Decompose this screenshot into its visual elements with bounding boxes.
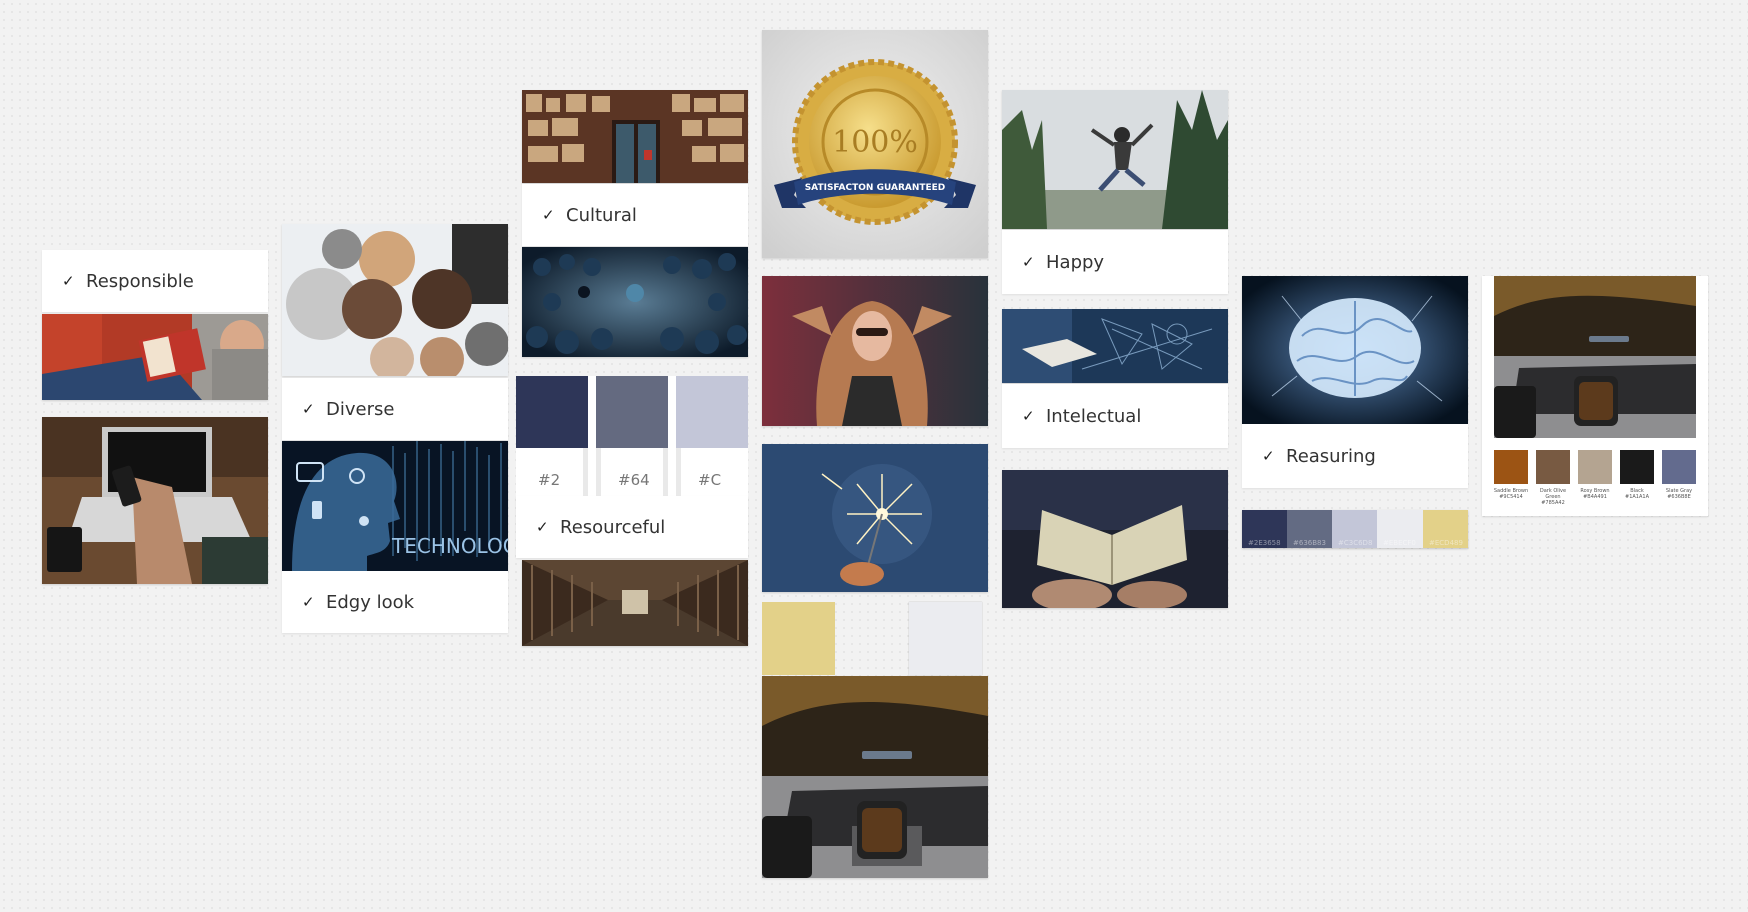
- image-technology-head[interactable]: TECHNOLOGY: [282, 441, 508, 571]
- label-text: Cultural: [566, 204, 637, 226]
- earth-swatch-hex: #9C5414: [1499, 494, 1523, 500]
- label-text: Edgy look: [326, 591, 415, 613]
- badge-ribbon-text: SATISFACTON GUARANTEED: [805, 183, 946, 193]
- earth-swatch-label: Saddle Brown #9C5414: [1490, 488, 1532, 500]
- palette-strip-hex: #EBECF0: [1383, 539, 1416, 547]
- image-diverse-group-circle[interactable]: [282, 224, 508, 376]
- label-card-edgy-look[interactable]: ✓ Edgy look: [282, 571, 508, 633]
- image-bookshelf-wall[interactable]: [522, 90, 748, 183]
- label-card-reasuring[interactable]: ✓ Reasuring: [1242, 424, 1468, 488]
- earth-swatch-label: Slate Gray #636B8E: [1658, 488, 1700, 500]
- loose-swatch-light[interactable]: [909, 602, 982, 675]
- palette-strip-hex: #C3C6D8: [1338, 539, 1373, 547]
- image-glowing-brain[interactable]: [1242, 276, 1468, 424]
- image-sparkler[interactable]: [762, 444, 988, 592]
- check-icon: ✓: [1262, 447, 1275, 465]
- earth-swatch[interactable]: [1578, 450, 1612, 484]
- label-card-happy[interactable]: ✓ Happy: [1002, 230, 1228, 294]
- palette-strip-hex: #636B83: [1293, 539, 1326, 547]
- technology-text: TECHNOLOGY: [391, 534, 508, 558]
- check-icon: ✓: [542, 206, 555, 224]
- swatch-color-0[interactable]: [516, 376, 588, 448]
- label-text: Resourceful: [560, 516, 666, 538]
- image-hands-open-book[interactable]: [1002, 470, 1228, 608]
- check-icon: ✓: [62, 272, 75, 290]
- palette-strip-hex: #2E3658: [1248, 539, 1281, 547]
- label-text: Diverse: [326, 398, 395, 420]
- palette-strip-hex: #ECD489: [1429, 539, 1463, 547]
- swatch-hex-label: #C: [698, 471, 722, 489]
- label-text: Happy: [1046, 251, 1105, 273]
- earth-swatch-hex: #636B8E: [1667, 494, 1691, 500]
- label-text: Responsible: [86, 270, 194, 292]
- swatch-color-1[interactable]: [596, 376, 668, 448]
- label-card-resourceful[interactable]: ✓ Resourceful: [516, 496, 748, 558]
- earth-swatch-label: Dark Olive Green #785A42: [1532, 488, 1574, 506]
- earth-swatch[interactable]: [1494, 450, 1528, 484]
- label-card-cultural[interactable]: ✓ Cultural: [522, 184, 748, 246]
- earth-swatch-hex: #B4A491: [1583, 494, 1607, 500]
- image-woman-sunglasses-hair[interactable]: [762, 276, 988, 426]
- earth-swatch[interactable]: [1536, 450, 1570, 484]
- earth-swatch-label: Rosy Brown #B4A491: [1574, 488, 1616, 500]
- label-card-responsible[interactable]: ✓ Responsible: [42, 250, 268, 312]
- label-text: Reasuring: [1286, 445, 1376, 467]
- swatch-color-2[interactable]: [676, 376, 748, 448]
- earth-swatch-name: Dark Olive Green: [1539, 488, 1567, 500]
- palette-strip[interactable]: #2E3658 #636B83 #C3C6D8 #EBECF0 #ECD489: [1242, 510, 1468, 548]
- image-woman-reading-red-book[interactable]: [42, 314, 268, 400]
- earth-swatch[interactable]: [1662, 450, 1696, 484]
- label-card-intelectual[interactable]: ✓ Intelectual: [1002, 384, 1228, 448]
- check-icon: ✓: [1022, 407, 1035, 425]
- swatch-hex-label: #2: [538, 471, 561, 489]
- check-icon: ✓: [536, 518, 549, 536]
- image-blue-spheres[interactable]: [522, 247, 748, 357]
- image-laptop-smartwatch[interactable]: [762, 676, 988, 878]
- image-book-equations[interactable]: [1002, 309, 1228, 383]
- image-jumping-person[interactable]: [1002, 90, 1228, 229]
- earth-swatch-label: Black #1A1A1A: [1616, 488, 1658, 500]
- image-satisfaction-badge[interactable]: 100% SATISFACTON GUARANTEED: [762, 30, 988, 258]
- swatch-hex-label: #64: [618, 471, 650, 489]
- badge-percent-text: 100%: [832, 125, 918, 160]
- loose-swatch-yellow[interactable]: [762, 602, 835, 675]
- earth-swatch-hex: #1A1A1A: [1625, 494, 1649, 500]
- earth-swatch[interactable]: [1620, 450, 1654, 484]
- earth-swatch-hex: #785A42: [1541, 500, 1565, 506]
- check-icon: ✓: [1022, 253, 1035, 271]
- image-laptop-smartwatch-small[interactable]: [1494, 276, 1696, 438]
- label-card-diverse[interactable]: ✓ Diverse: [282, 378, 508, 440]
- image-library-hall[interactable]: [522, 560, 748, 646]
- label-text: Intelectual: [1046, 405, 1142, 427]
- check-icon: ✓: [302, 400, 315, 418]
- check-icon: ✓: [302, 593, 315, 611]
- image-laptop-phone-desk[interactable]: [42, 417, 268, 584]
